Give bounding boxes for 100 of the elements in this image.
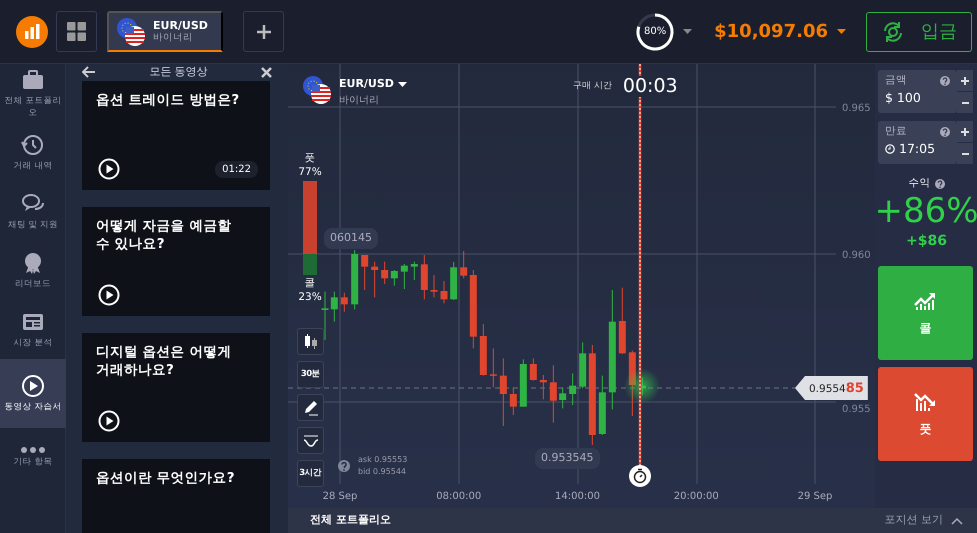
timeframe-button[interactable]: 3시간: [297, 460, 324, 487]
video-card[interactable]: 옵션 트레이드 방법은? 01:22: [82, 80, 270, 190]
panel-title: 모든 동영상: [149, 64, 208, 80]
stopwatch-icon: [629, 465, 651, 487]
help-icon[interactable]: [338, 460, 350, 472]
ask-price: ask 0.95553: [358, 454, 408, 466]
video-title: 옵션 트레이드 방법은?: [96, 90, 240, 110]
increase-button[interactable]: [957, 70, 973, 91]
put-button[interactable]: 풋: [878, 366, 973, 461]
candlestick: [569, 372, 576, 406]
candlestick: [390, 270, 398, 286]
bid-price: bid 0.95544: [358, 466, 408, 478]
sidebar-item[interactable]: 전체 포트폴리오: [0, 64, 66, 123]
deposit-button[interactable]: 입금: [866, 12, 972, 52]
sidebar-item[interactable]: 리더보드: [0, 241, 66, 300]
axis-label: 08:00:00: [436, 490, 482, 504]
purchase-time-label: 구매 시간: [573, 80, 612, 93]
minus-icon: [962, 102, 968, 104]
tool-button[interactable]: [297, 394, 324, 421]
tab-subtitle: 바이너리: [153, 32, 194, 44]
candlestick: [559, 386, 566, 409]
candlestick: [520, 358, 527, 408]
candlestick: [340, 292, 348, 312]
candlestick: [579, 342, 586, 389]
video-title: 어떻게 자금을 예금할 수 있나요?: [96, 216, 232, 254]
play-icon: [21, 374, 45, 398]
axis-label: 0.960: [842, 249, 871, 263]
put-percent: 77%: [298, 166, 322, 180]
increase-button[interactable]: [957, 121, 973, 142]
plus-icon: [961, 128, 969, 136]
price-bubble: 0.953545: [535, 448, 600, 468]
current-price-tag: 0.955485: [795, 376, 868, 400]
help-icon[interactable]: [934, 178, 944, 189]
asset-tab[interactable]: EUR/USD 바이너리: [107, 11, 223, 52]
play-icon: [98, 158, 120, 180]
progress-label: 80%: [643, 24, 668, 38]
candlestick: [351, 250, 358, 310]
field-value: $ 100: [885, 88, 921, 107]
decrease-button[interactable]: [957, 92, 973, 113]
cycle-arrows-icon: [881, 20, 905, 44]
profit-amount: +$86: [906, 232, 947, 251]
axis-label: 28 Sep: [322, 490, 358, 504]
logo-icon: [16, 16, 48, 48]
video-card[interactable]: 어떻게 자금을 예금할 수 있나요?: [82, 206, 270, 316]
sidebar-item[interactable]: 시장 분석: [0, 300, 66, 359]
wave-icon: [302, 432, 318, 448]
grid-icon: [67, 22, 86, 41]
candlestick: [460, 250, 468, 279]
candlestick: [420, 254, 428, 300]
field-label: 만료: [885, 124, 907, 139]
sidebar-item[interactable]: 동영상 자습서: [0, 359, 66, 428]
price-glow: [624, 368, 660, 404]
video-card[interactable]: 옵션이란 무엇인가요?: [82, 458, 270, 533]
tool-button[interactable]: [297, 427, 324, 454]
balance-amount[interactable]: $10,097.06: [714, 18, 828, 45]
input-field[interactable]: 금액 $ 100: [878, 70, 957, 113]
add-tab-button[interactable]: [243, 11, 284, 52]
plus-icon: [256, 24, 270, 38]
flag-icon: [117, 18, 145, 46]
caret-icon: [837, 29, 846, 34]
candlestick: [540, 374, 547, 400]
call-label: 콜: [304, 277, 316, 291]
candles-icon: [302, 334, 318, 350]
axis-label: 14:00:00: [555, 490, 600, 504]
candlestick: [598, 375, 606, 436]
video-title: 옵션이란 무엇인가요?: [96, 468, 236, 488]
positions-toggle[interactable]: 포지션 보기: [878, 511, 969, 530]
help-icon[interactable]: [940, 126, 950, 137]
candlestick: [510, 386, 517, 416]
put-label: 풋: [304, 152, 316, 166]
grid-button[interactable]: [56, 11, 97, 52]
candlestick: [550, 364, 557, 424]
candlestick: [480, 324, 487, 376]
minus-icon: [962, 152, 968, 154]
plus-icon: [961, 76, 969, 84]
decrease-button[interactable]: [957, 143, 973, 164]
sidebar-item[interactable]: 거래 내역: [0, 123, 66, 182]
sidebar-item[interactable]: 채팅 및 지원: [0, 182, 66, 241]
portfolio-link[interactable]: 전체 포트폴리오: [310, 512, 391, 529]
asset-name[interactable]: EUR/USD: [339, 76, 394, 92]
axis-label: 20:00:00: [674, 490, 719, 504]
back-arrow-icon[interactable]: [82, 66, 96, 78]
field-value: 17:05: [899, 140, 936, 158]
video-card[interactable]: 디지털 옵션은 어떻게 거래하나요?: [82, 332, 270, 442]
help-icon[interactable]: [940, 76, 950, 86]
close-icon[interactable]: [261, 66, 272, 78]
axis-label: 0.965: [842, 102, 871, 116]
sidebar-item[interactable]: 기타 항목: [0, 428, 66, 487]
timeframe-button[interactable]: 30분: [297, 361, 324, 388]
profit-label: 수익: [908, 176, 930, 191]
candlestick: [618, 287, 626, 354]
candlestick: [361, 254, 368, 290]
chevron-up-icon: [951, 516, 963, 524]
field-label: 금액: [885, 73, 907, 88]
caret-icon: [398, 82, 407, 87]
candlestick: [381, 261, 388, 284]
candlestick: [371, 261, 378, 298]
tool-button[interactable]: [297, 328, 324, 355]
more-icon: [21, 446, 45, 453]
input-field[interactable]: 만료 17:05: [878, 121, 957, 164]
